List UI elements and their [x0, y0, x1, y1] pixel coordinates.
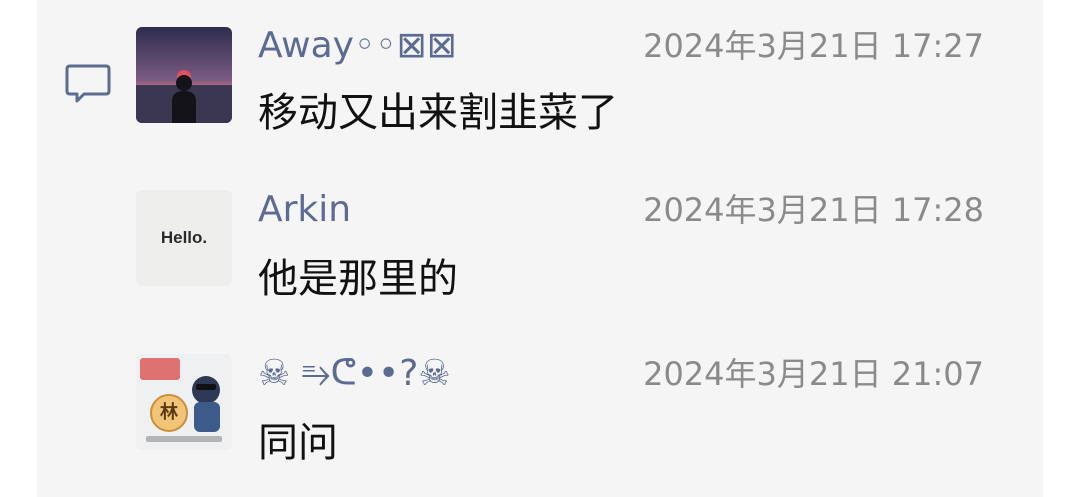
comment-text: 同问	[258, 420, 338, 466]
comment-text: 他是那里的	[258, 256, 458, 302]
timestamp: 2024年3月21日 21:07	[643, 355, 984, 393]
avatar-badge: 林	[150, 394, 188, 432]
timestamp: 2024年3月21日 17:28	[643, 191, 984, 229]
author-name[interactable]: ☠ ⥱ᕦ••?☠	[258, 354, 451, 394]
avatar[interactable]: Hello.	[136, 190, 232, 286]
author-name[interactable]: Arkin	[258, 190, 351, 230]
comment-item[interactable]: 林 ☠ ⥱ᕦ••?☠ 2024年3月21日 21:07 同问	[0, 0, 1080, 466]
avatar-text: Hello.	[160, 228, 208, 247]
avatar[interactable]: 林	[136, 354, 232, 450]
